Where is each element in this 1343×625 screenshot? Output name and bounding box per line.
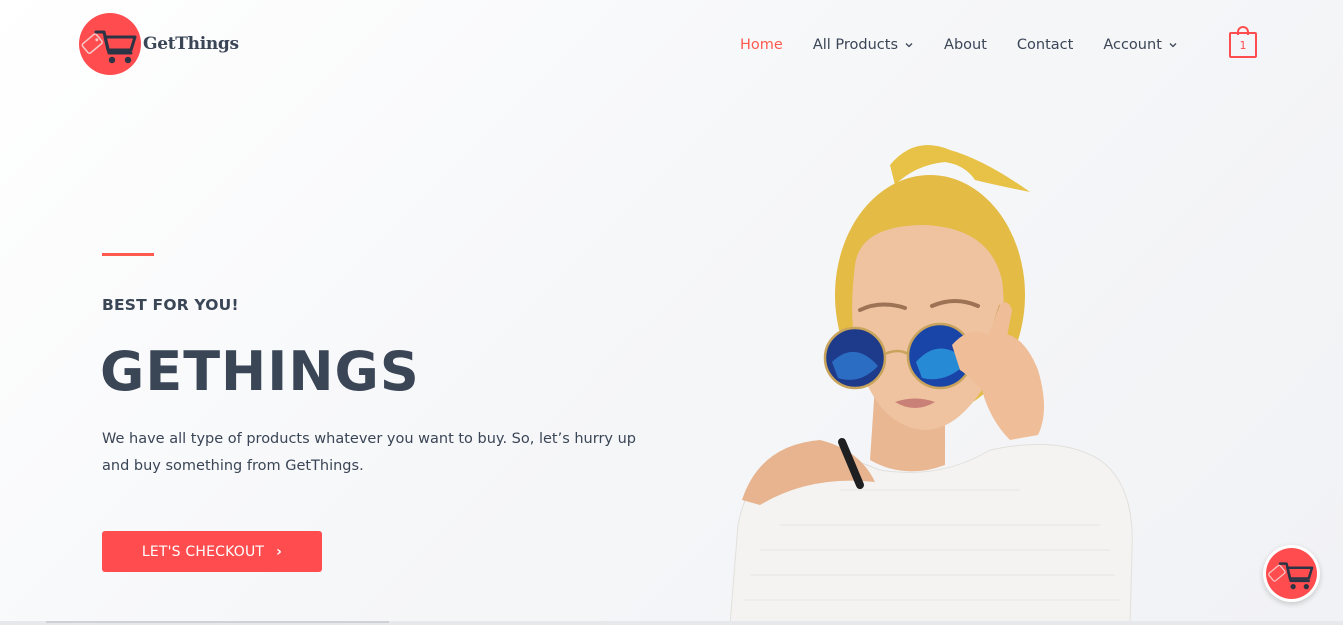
nav-contact[interactable]: Contact (1017, 37, 1073, 53)
floating-cart-button[interactable] (1263, 545, 1320, 602)
scrollbar-thumb[interactable] (46, 621, 389, 623)
hero-eyebrow: BEST FOR YOU! (102, 296, 239, 314)
nav-all-products-label: All Products (812, 37, 899, 53)
nav-all-products[interactable]: All Products (813, 37, 914, 53)
nav-home-label: Home (740, 37, 783, 53)
nav-about-label: About (944, 37, 987, 53)
nav-about[interactable]: About (944, 37, 987, 53)
nav-account-label: Account (1103, 37, 1162, 53)
nav-home[interactable]: Home (740, 37, 783, 53)
cart-button[interactable]: 1 (1229, 26, 1257, 59)
main-nav: Home All Products About Contact Account (740, 34, 1208, 56)
hero-title: GETHINGS (100, 340, 420, 403)
chevron-down-icon (1169, 43, 1177, 48)
hero-model-image (729, 145, 1133, 625)
chevron-down-icon (905, 43, 913, 48)
checkout-button[interactable]: LET'S CHECKOUT › (102, 531, 322, 572)
brand-name: GetThings (143, 34, 239, 54)
shopping-cart-icon (79, 13, 141, 75)
accent-divider (102, 253, 154, 256)
nav-account[interactable]: Account (1103, 37, 1178, 53)
logo[interactable]: GetThings (79, 13, 239, 75)
hero-description: We have all type of products whatever yo… (102, 431, 636, 474)
chevron-right-icon: › (276, 543, 283, 560)
horizontal-scrollbar[interactable] (0, 621, 1343, 625)
cart-count: 1 (1229, 32, 1257, 58)
shopping-cart-icon (1266, 548, 1317, 599)
site-header: GetThings Home All Products About Contac… (0, 0, 1343, 90)
nav-contact-label: Contact (1016, 37, 1074, 53)
checkout-button-label: LET'S CHECKOUT (141, 543, 265, 560)
